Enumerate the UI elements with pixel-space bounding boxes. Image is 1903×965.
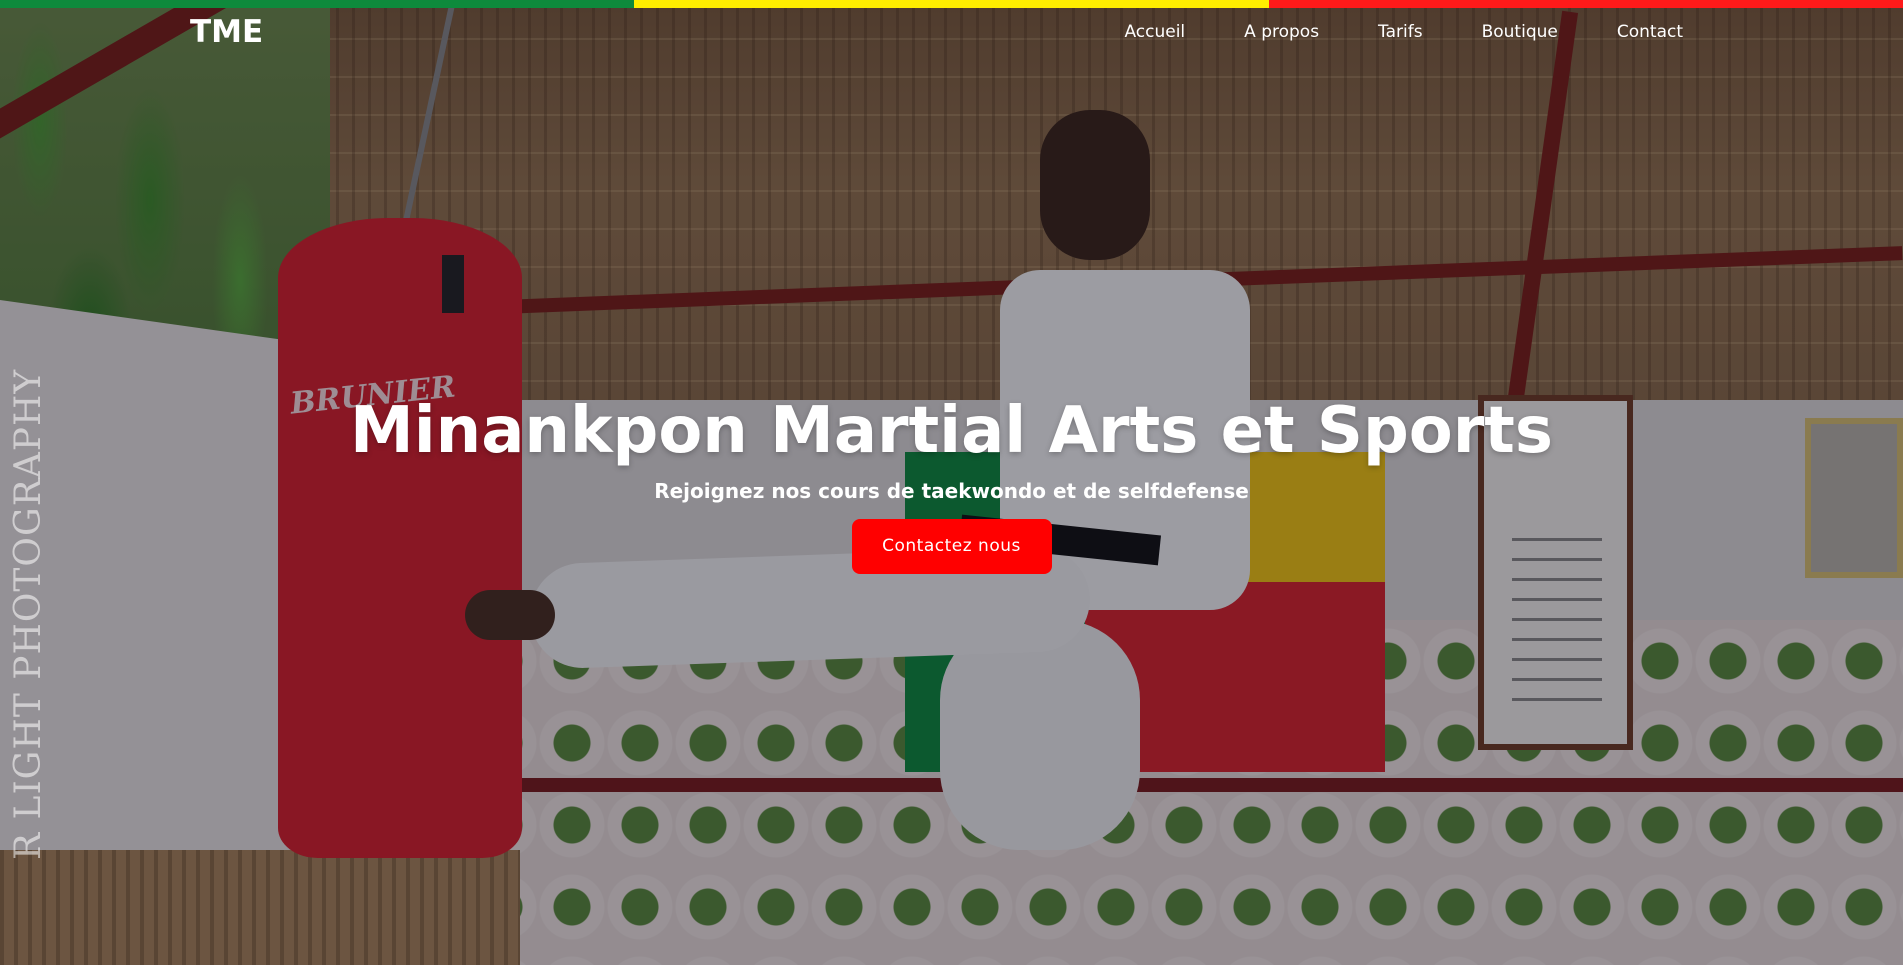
site-logo[interactable]: TME <box>190 14 263 50</box>
nav-link-tarifs[interactable]: Tarifs <box>1378 22 1423 42</box>
nav-link-boutique[interactable]: Boutique <box>1482 22 1558 42</box>
flag-stripe <box>0 0 1903 8</box>
top-navigation: TME Accueil A propos Tarifs Boutique Con… <box>0 8 1903 58</box>
nav-link-a-propos[interactable]: A propos <box>1244 22 1319 42</box>
stripe-red <box>1268 0 1903 8</box>
contact-us-button[interactable]: Contactez nous <box>851 519 1052 574</box>
nav-link-accueil[interactable]: Accueil <box>1124 22 1185 42</box>
hero-content: Minankpon Martial Arts et Sports Rejoign… <box>0 388 1903 574</box>
hero-subtitle: Rejoignez nos cours de taekwondo et de s… <box>654 479 1249 503</box>
stripe-green <box>0 0 635 8</box>
nav-link-contact[interactable]: Contact <box>1617 22 1683 42</box>
hero-title: Minankpon Martial Arts et Sports <box>350 394 1553 468</box>
nav-menu: Accueil A propos Tarifs Boutique Contact <box>1065 22 1683 42</box>
stripe-yellow <box>634 0 1269 8</box>
